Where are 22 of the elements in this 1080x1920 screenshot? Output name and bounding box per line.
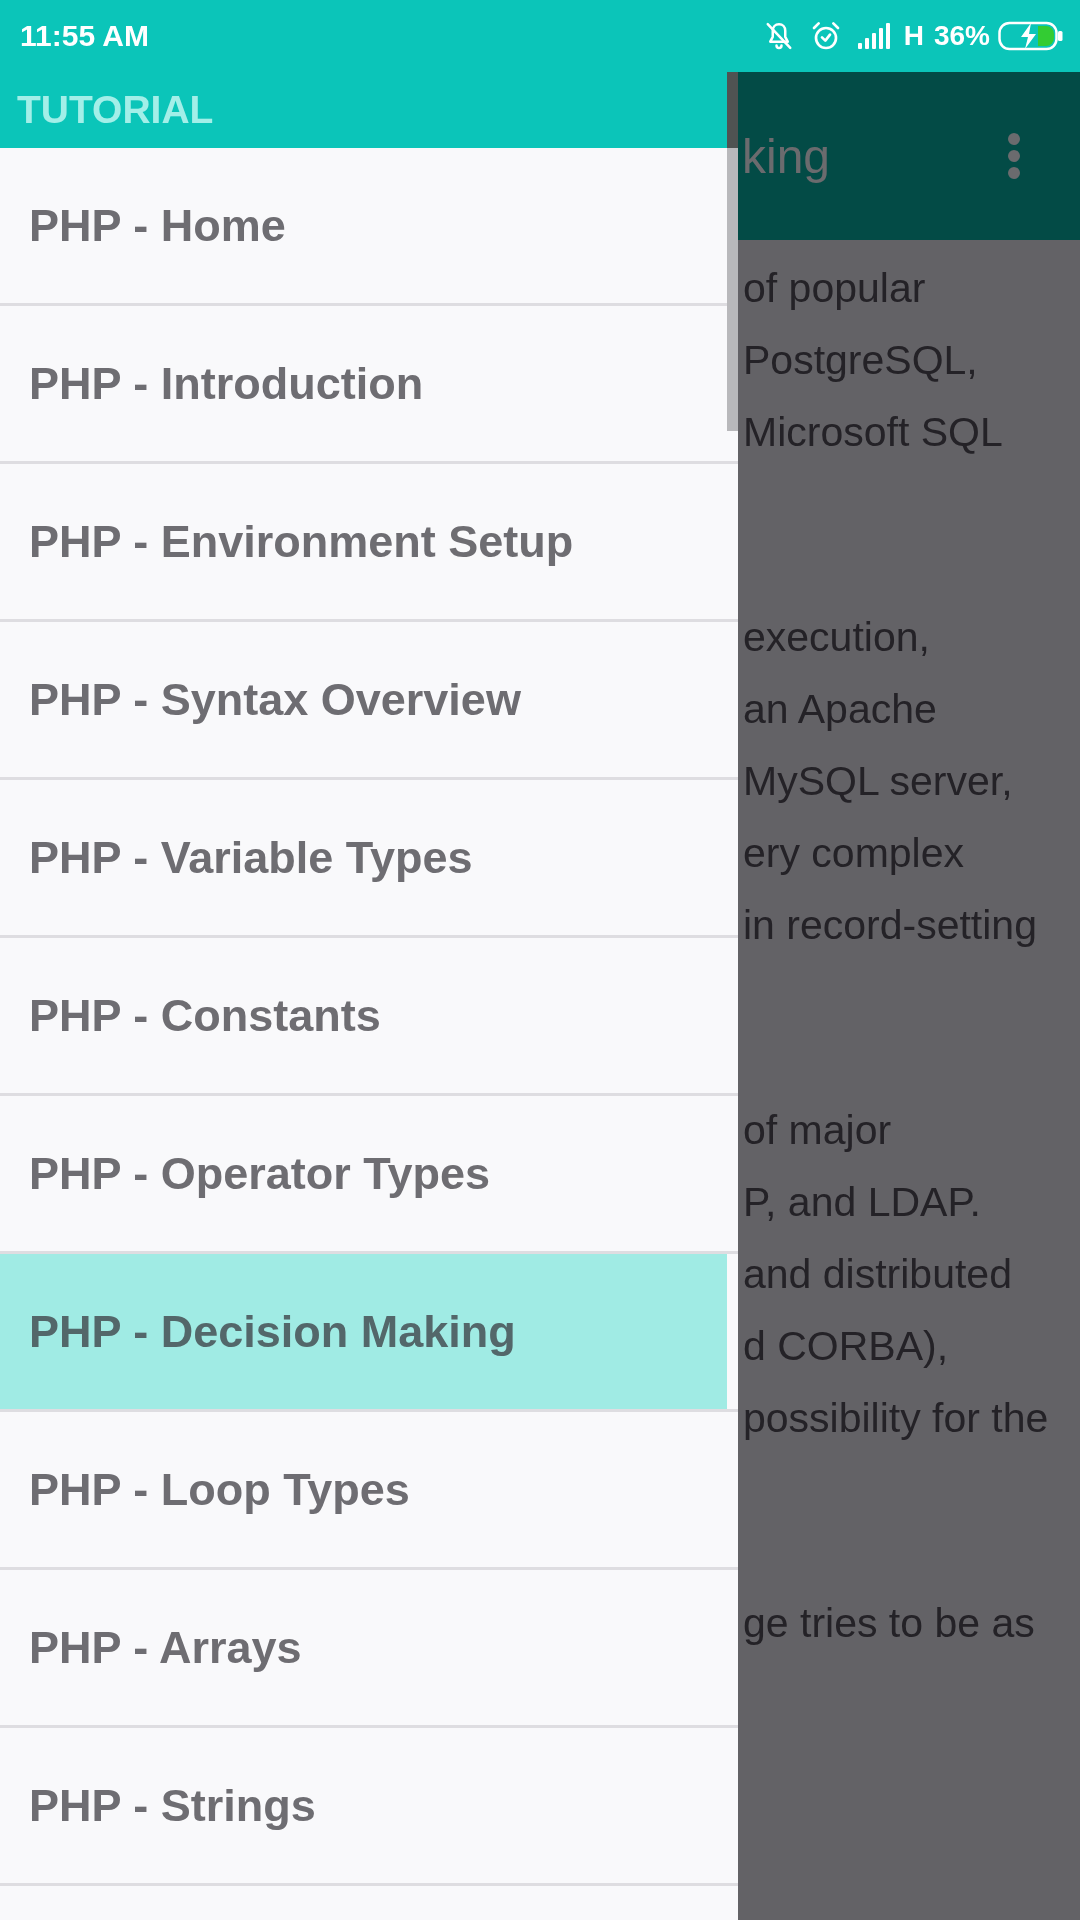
- body-text-line: of major: [743, 1107, 892, 1155]
- battery-charging-icon: [998, 21, 1064, 51]
- body-text-line: P, and LDAP.: [743, 1179, 981, 1227]
- body-text-line: in record-setting: [743, 902, 1037, 950]
- body-text-line: of popular: [743, 265, 926, 313]
- scrollbar-thumb[interactable]: [727, 72, 738, 431]
- body-text-line: ge tries to be as: [743, 1600, 1035, 1648]
- battery-percent: 36%: [933, 20, 990, 52]
- network-type-label: H: [903, 20, 924, 52]
- body-text-line: Microsoft SQL: [743, 409, 1003, 457]
- drawer-title: TUTORIAL: [17, 88, 214, 132]
- drawer-menu-item[interactable]: PHP - Decision Making: [0, 1254, 727, 1412]
- body-text-line: d CORBA),: [743, 1323, 949, 1371]
- body-text-line: execution,: [743, 614, 930, 662]
- body-text-line: ery complex: [743, 830, 964, 878]
- body-text-line: possibility for the: [743, 1395, 1049, 1443]
- body-text-line: and distributed: [743, 1251, 1012, 1299]
- status-time: 11:55 AM: [20, 19, 149, 53]
- toolbar-title: king: [742, 128, 831, 184]
- body-text-line: MySQL server,: [743, 758, 1013, 806]
- body-text-line: PostgreSQL,: [743, 337, 978, 385]
- body-text-line: an Apache: [743, 686, 937, 734]
